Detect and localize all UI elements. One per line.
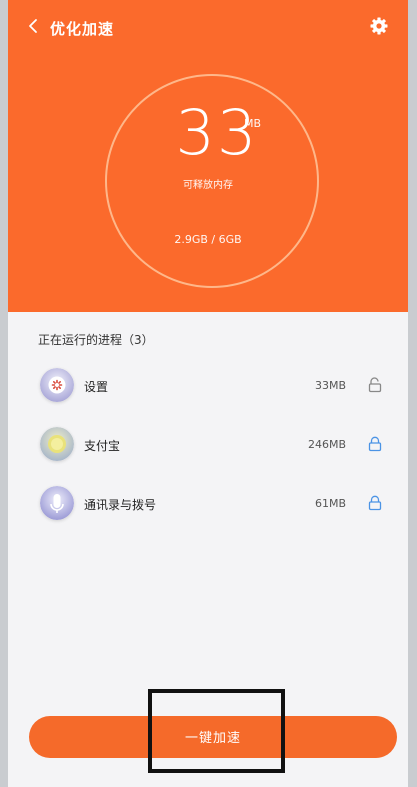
process-name: 通讯录与拨号 — [84, 498, 157, 512]
memory-usage: 2.9GB / 6GB — [174, 233, 242, 246]
process-item-contacts[interactable]: 通讯录与拨号 61MB — [8, 477, 408, 535]
locked-lock-icon[interactable] — [368, 495, 382, 511]
page-title: 优化加速 — [50, 20, 115, 38]
phone-screen: 优化加速 33 MB 可释放内存 2.9GB / 6GB 正在运行的进程（3） … — [8, 0, 408, 787]
contacts-app-icon — [40, 486, 74, 520]
releasable-unit: MB — [244, 117, 262, 130]
releasable-memory-value: 33 — [8, 102, 408, 164]
releasable-number: 33 — [175, 96, 259, 169]
chevron-left-icon[interactable] — [24, 16, 44, 36]
locked-lock-icon[interactable] — [368, 436, 382, 452]
settings-app-icon — [40, 368, 74, 402]
top-bar: 优化加速 — [8, 12, 408, 42]
memory-header: 优化加速 33 MB 可释放内存 2.9GB / 6GB — [8, 0, 408, 312]
one-tap-boost-button[interactable]: 一键加速 — [29, 716, 397, 758]
process-name: 支付宝 — [84, 439, 121, 453]
process-name: 设置 — [84, 380, 109, 394]
process-item-settings[interactable]: 设置 33MB — [8, 359, 408, 417]
process-size: 246MB — [307, 438, 346, 451]
process-item-alipay[interactable]: 支付宝 246MB — [8, 418, 408, 476]
alipay-app-icon — [40, 427, 74, 461]
process-size: 61MB — [314, 497, 346, 510]
gear-icon[interactable] — [369, 16, 389, 36]
process-size: 33MB — [314, 379, 346, 392]
releasable-caption: 可释放内存 — [183, 180, 233, 191]
process-section-title: 正在运行的进程（3） — [38, 333, 154, 347]
unlocked-lock-icon[interactable] — [368, 377, 382, 393]
